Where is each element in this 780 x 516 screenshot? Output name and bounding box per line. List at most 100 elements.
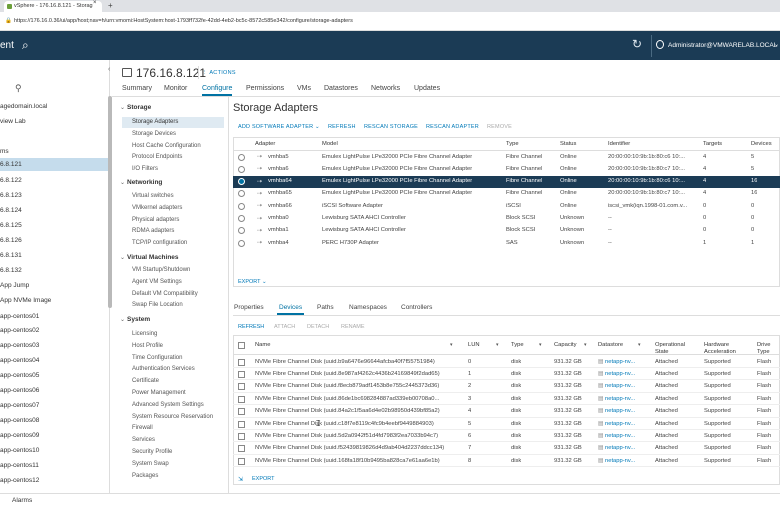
column-header[interactable]: Name <box>255 342 454 349</box>
nav-item[interactable]: App Jump <box>0 279 108 292</box>
row-checkbox[interactable] <box>238 408 245 416</box>
new-tab-button[interactable]: + <box>108 0 113 11</box>
config-menu-item[interactable]: Authentication Services <box>122 364 224 375</box>
nav-item[interactable]: app-centos07 <box>0 399 108 412</box>
chevron-down-icon[interactable]: ⌄ <box>120 179 125 186</box>
config-menu-item[interactable]: Power Management <box>122 388 224 399</box>
row-radio[interactable] <box>238 165 245 173</box>
nav-item[interactable]: app-centos01 <box>0 310 108 323</box>
nav-item[interactable]: 6.8.132 <box>0 264 108 277</box>
user-menu[interactable]: Administrator@VMWARELAB.LOCAL <box>668 42 777 49</box>
storage-section-header[interactable]: Storage <box>127 104 151 111</box>
networking-section-header[interactable]: Networking <box>127 179 162 186</box>
row-radio[interactable] <box>238 153 245 161</box>
nav-item[interactable]: 6.8.126 <box>0 234 108 247</box>
nav-scrollbar[interactable] <box>108 96 112 308</box>
inventory-pin-icon[interactable]: ⚲ <box>15 83 22 94</box>
table-cell[interactable]: netapp-nv... <box>598 383 635 389</box>
column-header[interactable]: Model <box>322 141 338 147</box>
config-menu-item[interactable]: Certificate <box>122 376 224 387</box>
config-menu-item[interactable]: Firewall <box>122 423 224 434</box>
nav-item[interactable]: app-centos04 <box>0 354 108 367</box>
row-checkbox[interactable] <box>238 420 245 428</box>
filter-icon[interactable]: ▾ <box>584 342 587 348</box>
row-radio[interactable] <box>238 202 245 210</box>
table-cell[interactable]: netapp-nv... <box>598 396 635 402</box>
row-checkbox[interactable] <box>238 432 245 440</box>
nav-item[interactable]: app-centos03 <box>0 339 108 352</box>
filter-icon[interactable]: ▾ <box>638 342 641 348</box>
toolbar-button-4[interactable]: REMOVE <box>487 124 512 130</box>
address-bar[interactable]: 🔒 https://176.16.0.36/ui/app/host;nav=h/… <box>0 12 780 31</box>
detail-tab-controllers[interactable]: Controllers <box>401 304 432 311</box>
column-header[interactable]: Status <box>560 141 576 147</box>
config-menu-item[interactable]: Host Cache Configuration <box>122 141 224 152</box>
chevron-down-icon[interactable]: ⌄ <box>774 41 779 48</box>
browser-tab[interactable]: vSphere - 176.16.8.121 - Storag <box>4 1 102 12</box>
config-menu-item[interactable]: System Resource Reservation <box>122 412 224 423</box>
nav-item[interactable]: 6.8.131 <box>0 249 108 262</box>
row-checkbox[interactable] <box>238 445 245 453</box>
search-icon[interactable]: ⌕ <box>22 38 29 53</box>
table-cell[interactable]: netapp-nv... <box>598 445 635 451</box>
collapse-nav-button[interactable]: ‹ <box>108 66 110 73</box>
config-menu-item[interactable]: Swap File Location <box>122 300 224 311</box>
config-menu-item[interactable]: Virtual switches <box>122 191 224 202</box>
config-menu-item[interactable]: Agent VM Settings <box>122 277 224 288</box>
config-menu-item[interactable]: VMkernel adapters <box>122 203 224 214</box>
table-cell[interactable]: netapp-nv... <box>598 421 635 427</box>
refresh-icon[interactable]: ↻ <box>632 37 642 51</box>
chevron-down-icon[interactable]: ⌄ <box>120 104 125 111</box>
filter-icon[interactable]: ▾ <box>450 342 453 348</box>
config-menu-item[interactable]: Services <box>122 435 224 446</box>
column-header[interactable]: Datastore <box>598 342 642 349</box>
column-header[interactable]: Devices <box>751 141 772 147</box>
column-header[interactable]: Type <box>506 141 519 147</box>
config-menu-item[interactable]: Default VM Compatibility <box>122 289 224 300</box>
export-icon[interactable]: ⇲ <box>238 476 243 483</box>
column-header[interactable]: Targets <box>703 141 722 147</box>
nav-item[interactable]: app-centos05 <box>0 369 108 382</box>
nav-item[interactable]: 6.8.121 <box>0 158 108 171</box>
nav-item[interactable]: App NVMe Image <box>0 294 108 307</box>
config-menu-item[interactable]: System Swap <box>122 459 224 470</box>
select-all-checkbox[interactable] <box>238 342 245 349</box>
nav-item[interactable]: 6.8.124 <box>0 204 108 217</box>
tab-permissions[interactable]: Permissions <box>246 85 284 92</box>
chevron-down-icon[interactable]: ⌄ <box>120 316 125 323</box>
chevron-down-icon[interactable]: ⌄ <box>120 254 125 261</box>
tab-networks[interactable]: Networks <box>371 85 400 92</box>
nav-item[interactable]: 6.8.122 <box>0 174 108 187</box>
devices-toolbar-button-0[interactable]: REFRESH <box>238 324 264 330</box>
config-menu-item[interactable]: Packages <box>122 471 224 482</box>
table-cell[interactable]: netapp-nv... <box>598 408 635 414</box>
table-cell[interactable]: netapp-nv... <box>598 359 635 365</box>
nav-item[interactable]: app-centos06 <box>0 384 108 397</box>
row-checkbox[interactable] <box>238 457 245 465</box>
tab-monitor[interactable]: Monitor <box>164 85 187 92</box>
nav-item[interactable]: app-centos10 <box>0 444 108 457</box>
config-menu-item[interactable]: Licensing <box>122 329 224 340</box>
row-checkbox[interactable] <box>238 358 245 366</box>
column-header[interactable]: Identifier <box>608 141 630 147</box>
devices-toolbar-button-2[interactable]: DETACH <box>307 324 329 330</box>
filter-icon[interactable]: ▾ <box>496 342 499 348</box>
column-header[interactable]: Adapter <box>255 141 275 147</box>
tab-configure[interactable]: Configure <box>202 85 232 92</box>
user-icon[interactable] <box>656 40 664 49</box>
virtual-machines-section-header[interactable]: Virtual Machines <box>127 254 179 261</box>
detail-tab-namespaces[interactable]: Namespaces <box>349 304 387 311</box>
tab-vms[interactable]: VMs <box>297 85 311 92</box>
nav-item[interactable]: app-centos02 <box>0 324 108 337</box>
nav-item[interactable]: app-centos08 <box>0 414 108 427</box>
toolbar-button-3[interactable]: RESCAN ADAPTER <box>426 124 479 130</box>
config-menu-item[interactable]: Host Profile <box>122 341 224 352</box>
detail-tab-devices[interactable]: Devices <box>279 304 302 311</box>
config-menu-item[interactable]: I/O Filters <box>122 164 224 175</box>
toolbar-button-0[interactable]: ADD SOFTWARE ADAPTER ⌄ <box>238 124 320 130</box>
filter-icon[interactable]: ▾ <box>539 342 542 348</box>
row-radio[interactable] <box>238 215 245 222</box>
column-header[interactable]: Capacity <box>554 342 588 349</box>
config-menu-item[interactable]: Advanced System Settings <box>122 400 224 411</box>
system-section-header[interactable]: System <box>127 316 150 323</box>
